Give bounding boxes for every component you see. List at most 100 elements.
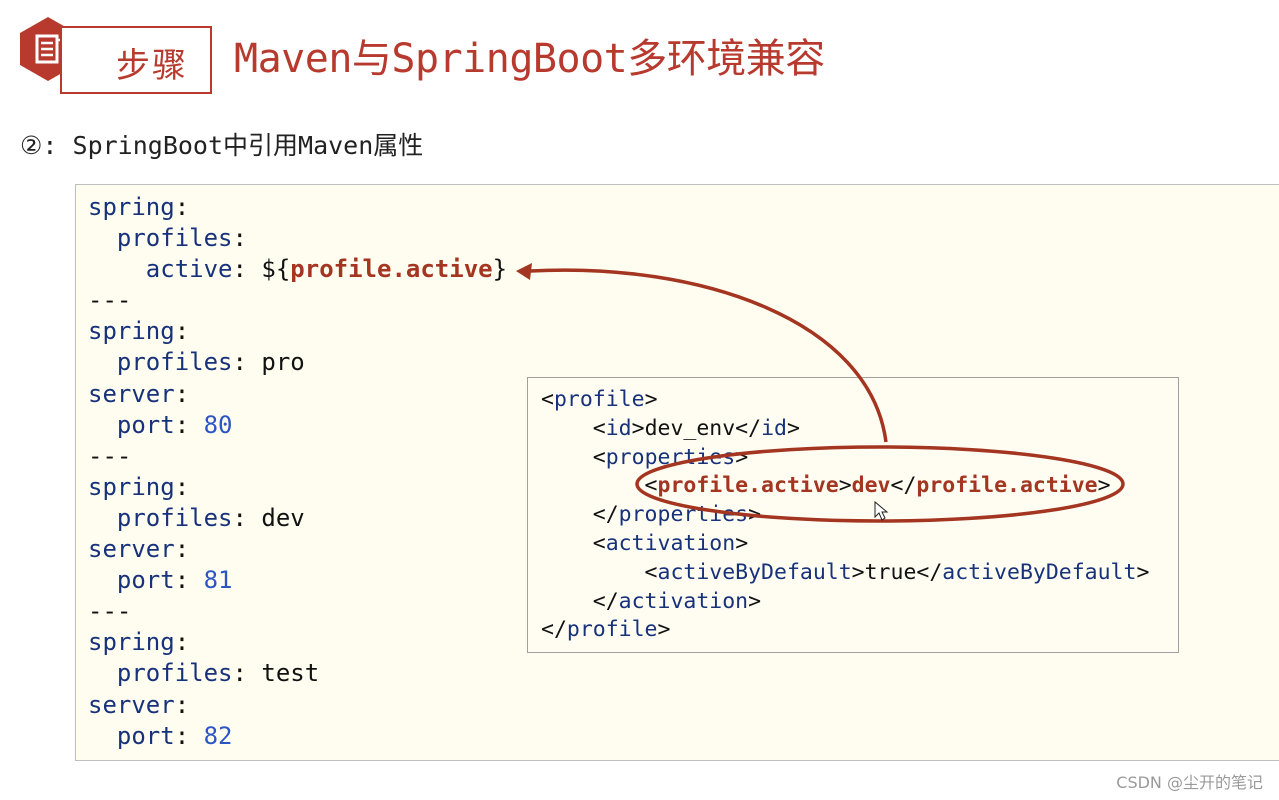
code-token: < — [541, 530, 606, 556]
code-line: port: 82 — [88, 721, 507, 752]
code-token: < — [541, 473, 658, 499]
code-token: : — [174, 628, 190, 657]
code-token: </ — [541, 617, 567, 643]
code-token: > — [1136, 559, 1150, 585]
code-line: <activeByDefault>true</activeByDefault> — [541, 559, 1150, 588]
code-token: > — [786, 415, 800, 441]
code-token: spring — [88, 193, 175, 221]
yaml-code: spring: profiles: active: ${profile.acti… — [88, 192, 507, 752]
code-line: <properties> — [541, 444, 1149, 473]
code-token: > — [748, 588, 762, 614]
code-token: : ${ — [232, 255, 291, 284]
step-label: 步骤 — [116, 46, 188, 86]
code-line: <id>dev_env</id> — [541, 415, 1149, 444]
code-token: : — [174, 566, 204, 595]
code-token: : test — [232, 659, 320, 688]
code-line: spring: — [88, 627, 507, 658]
code-token: : — [174, 472, 190, 501]
code-token: < — [541, 387, 554, 412]
code-token: >true</ — [851, 559, 943, 585]
code-token: profile.active — [290, 255, 493, 284]
code-token: > — [735, 444, 749, 470]
code-token: id — [605, 415, 632, 441]
code-token: 80 — [203, 410, 233, 439]
code-token: : — [174, 193, 190, 221]
code-line: spring: — [88, 316, 507, 347]
xml-code: <profile> <id>dev_env</id> <properties> … — [541, 386, 1149, 645]
code-token: > — [838, 473, 852, 499]
code-token: profiles — [116, 503, 233, 532]
section-subtitle: ②: SpringBoot中引用Maven属性 — [20, 131, 424, 160]
code-token: profile.active — [657, 473, 839, 499]
code-token: < — [541, 559, 658, 585]
code-token: > — [644, 387, 658, 412]
code-token: </ — [890, 473, 917, 499]
code-token: spring — [88, 317, 175, 346]
code-token: : — [174, 410, 204, 439]
code-token: --- — [88, 441, 132, 470]
code-token: : pro — [232, 348, 305, 377]
code-token: activation — [618, 588, 749, 614]
code-line: spring: — [88, 472, 507, 503]
code-line: port: 81 — [88, 565, 507, 596]
code-token: > — [748, 502, 762, 528]
code-token: server — [88, 535, 175, 564]
code-token: : — [232, 224, 247, 253]
code-token: profiles — [116, 224, 233, 253]
code-line: <activation> — [541, 530, 1149, 559]
code-token: </ — [541, 502, 619, 528]
code-line: --- — [88, 285, 507, 316]
code-token: > — [657, 617, 671, 643]
code-line: <profile.active>dev</profile.active> — [541, 472, 1149, 501]
code-token: activeByDefault — [942, 559, 1137, 585]
code-line: </properties> — [541, 501, 1149, 530]
code-token: : — [174, 317, 190, 346]
code-token: profile.active — [916, 473, 1098, 499]
slide-header: 步骤 Maven与SpringBoot多环境兼容 — [18, 16, 1258, 94]
code-token: server — [88, 379, 175, 408]
code-token: --- — [88, 286, 132, 315]
code-token: > — [1097, 473, 1111, 499]
code-token: activeByDefault — [657, 559, 852, 585]
code-token: } — [492, 255, 508, 284]
code-token: : — [174, 379, 190, 408]
code-line: server: — [88, 690, 507, 721]
code-token: server — [88, 690, 175, 719]
code-line: </profile> — [541, 616, 1149, 645]
watermark: CSDN @尘开的笔记 — [1116, 773, 1263, 792]
code-line: spring: — [88, 192, 507, 223]
code-token: > — [735, 530, 749, 556]
code-token: </ — [541, 588, 619, 614]
code-line: profiles: pro — [88, 347, 507, 378]
code-line: profiles: test — [88, 658, 507, 689]
code-line: server: — [88, 379, 507, 410]
code-token: port — [116, 410, 175, 439]
code-token: activation — [605, 530, 736, 556]
code-token: : — [174, 721, 204, 750]
code-token: id — [761, 415, 787, 441]
code-line: --- — [88, 596, 507, 627]
code-token: < — [541, 444, 606, 470]
code-line: profiles: — [88, 223, 507, 254]
code-token: dev — [851, 473, 891, 499]
code-token: port — [116, 721, 175, 750]
code-line: --- — [88, 441, 507, 472]
code-token: properties — [605, 444, 736, 470]
code-token: profiles — [116, 348, 233, 377]
code-line: server: — [88, 534, 507, 565]
code-line: active: ${profile.active} — [88, 254, 507, 285]
code-token: --- — [88, 597, 132, 626]
code-token: : — [174, 690, 190, 719]
page-title: Maven与SpringBoot多环境兼容 — [234, 36, 825, 82]
code-line: </activation> — [541, 588, 1149, 617]
code-token: spring — [88, 628, 175, 657]
code-line: port: 80 — [88, 410, 507, 441]
code-token: < — [541, 415, 606, 441]
